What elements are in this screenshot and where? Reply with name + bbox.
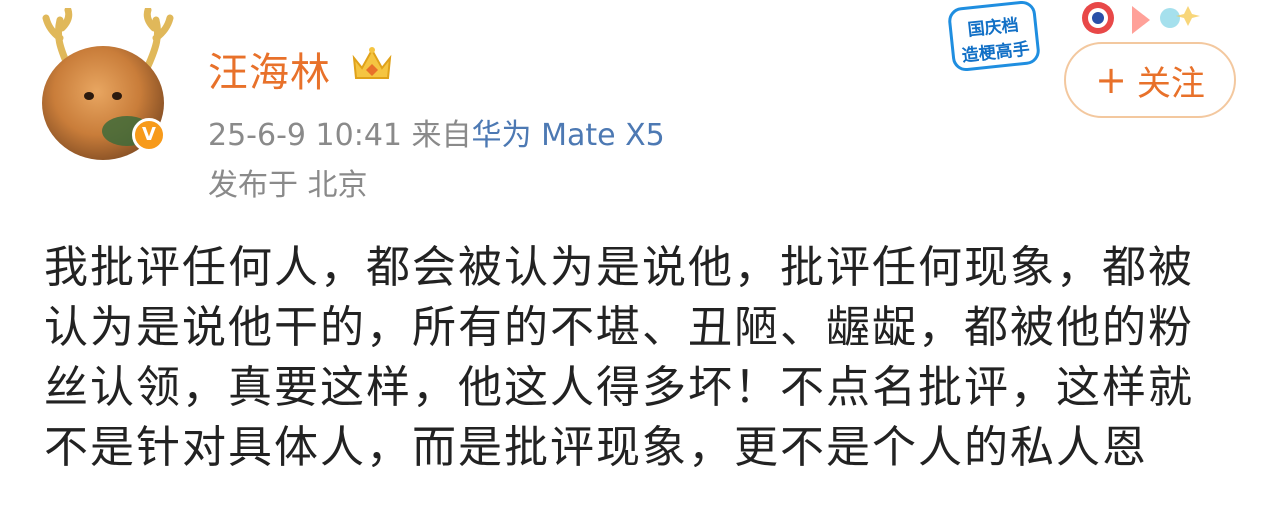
avatar-eye	[84, 92, 94, 100]
post-location: 发布于 北京	[208, 168, 368, 203]
device-link[interactable]: 华为 Mate X5	[472, 118, 665, 153]
follow-button[interactable]: + 关注	[1064, 42, 1236, 118]
source-label: 来自	[411, 118, 472, 153]
post-line: 不是针对具体人，而是批评现象，更不是个人的私人恩	[44, 422, 1148, 473]
promo-badge[interactable]: 国庆档 造梗高手	[946, 0, 1042, 73]
post-line: 丝认领，真要这样，他这人得多坏！不点名批评，这样就	[44, 362, 1194, 413]
post-line: 我批评任何人，都会被认为是说他，批评任何现象，都被	[44, 242, 1194, 293]
username[interactable]: 汪海林	[208, 40, 331, 98]
user-avatar-container[interactable]: V	[38, 8, 178, 160]
post-meta: 25-6-9 10:41 来自华为 Mate X5	[208, 110, 665, 154]
follow-label: 关注	[1136, 63, 1205, 104]
avatar-eye	[112, 92, 122, 100]
post-content[interactable]: 我批评任何人，都会被认为是说他，批评任何现象，都被 认为是说他干的，所有的不堪、…	[44, 238, 1244, 478]
post-line: 认为是说他干的，所有的不堪、丑陋、龌龊，都被他的粉	[44, 302, 1194, 353]
plus-icon: +	[1095, 58, 1127, 102]
crown-icon	[352, 47, 392, 79]
post-datetime: 25-6-9 10:41	[208, 118, 402, 153]
verified-badge-icon: V	[132, 118, 166, 152]
